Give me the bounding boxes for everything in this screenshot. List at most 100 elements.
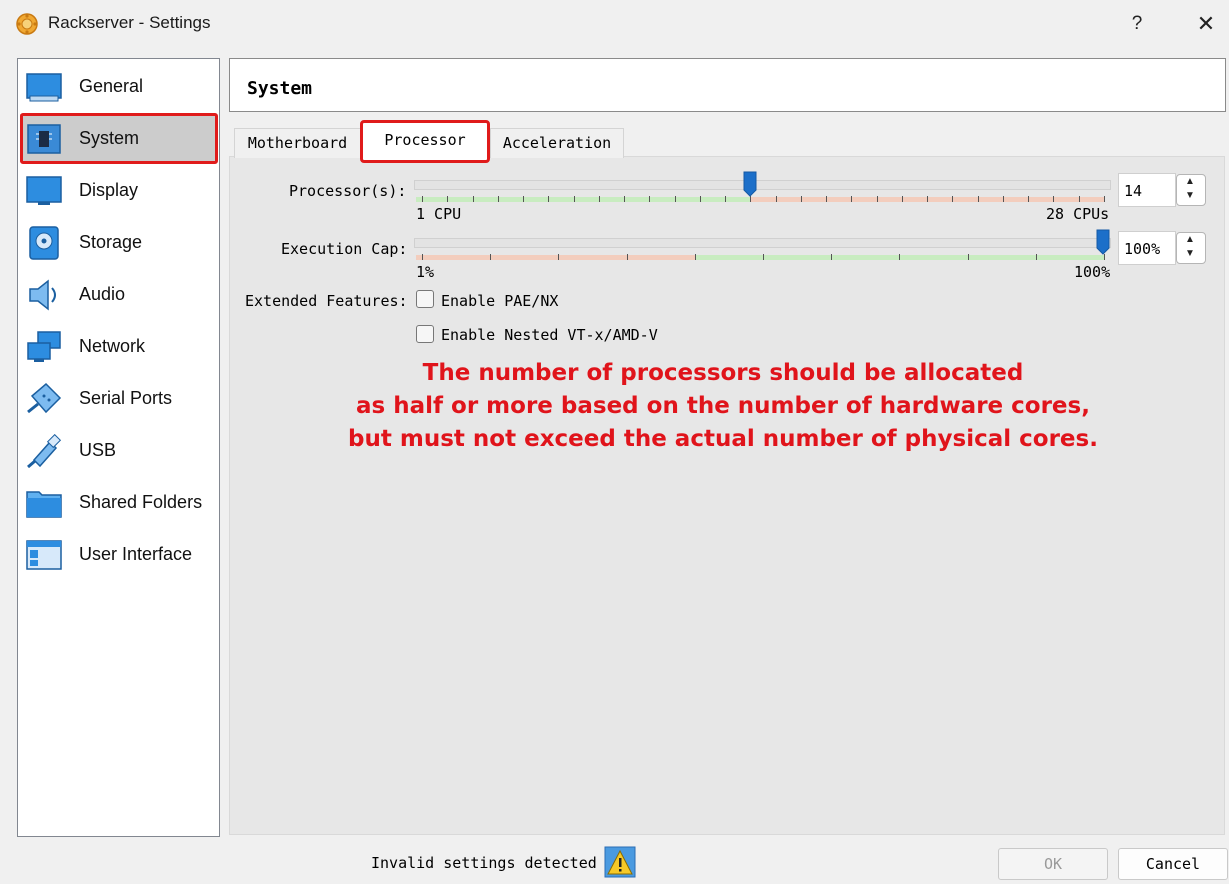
slider-tick <box>675 196 676 202</box>
execution-cap-slider-handle[interactable] <box>1096 229 1110 255</box>
slider-tick <box>1036 254 1037 260</box>
sidebar-item-label: Display <box>79 180 139 200</box>
execution-cap-slider-track[interactable] <box>414 238 1111 248</box>
sidebar-item-display[interactable]: Display <box>20 166 217 214</box>
slider-tick <box>927 196 928 202</box>
annotation-note: The number of processors should be alloc… <box>280 357 1166 456</box>
slider-tick <box>523 196 524 202</box>
slider-tick <box>490 254 491 260</box>
execution-cap-spinbox[interactable]: 100% <box>1118 231 1176 265</box>
sidebar-item-label: Storage <box>79 232 143 252</box>
slider-tick <box>473 196 474 202</box>
sidebar-item-label: Serial Ports <box>79 388 173 408</box>
slider-tick <box>978 196 979 202</box>
slider-tick <box>851 196 852 202</box>
slider-tick <box>899 254 900 260</box>
sidebar-item-label: Network <box>79 336 146 356</box>
slider-tick <box>952 196 953 202</box>
sidebar-item-label: User Interface <box>79 544 193 564</box>
usb-icon <box>27 434 62 468</box>
slider-tick <box>599 196 600 202</box>
serial-ports-icon <box>27 382 62 414</box>
slider-tick <box>1053 196 1054 202</box>
sidebar-item-label: USB <box>79 440 117 460</box>
warning-icon[interactable] <box>604 846 636 878</box>
slider-tick <box>700 196 701 202</box>
execution-cap-min-label: 1% <box>416 263 435 281</box>
slider-tick <box>776 196 777 202</box>
close-button[interactable]: ✕ <box>1188 9 1224 39</box>
sidebar-item-storage[interactable]: Storage <box>20 218 217 266</box>
tab-label: Processor <box>384 131 466 149</box>
processors-max-label: 28 CPUs <box>1046 205 1110 223</box>
cancel-button[interactable]: Cancel <box>1118 848 1228 880</box>
spin-up-icon[interactable]: ▲ <box>1185 234 1195 245</box>
slider-tick <box>1104 196 1105 202</box>
tab-acceleration[interactable]: Acceleration <box>490 128 624 158</box>
general-icon <box>26 73 62 102</box>
sidebar-item-usb[interactable]: USB <box>20 426 217 474</box>
window-title: Rackserver - Settings <box>48 13 211 32</box>
execution-cap-label: Execution Cap: <box>281 240 408 258</box>
execution-cap-spin-buttons[interactable]: ▲ ▼ <box>1176 232 1206 264</box>
processors-slider-track[interactable] <box>414 180 1111 190</box>
nested-vtx-checkbox[interactable] <box>416 325 434 343</box>
execution-cap-max-label: 100% <box>1074 263 1111 281</box>
slider-tick <box>1028 196 1029 202</box>
nested-vtx-label[interactable]: Enable Nested VT-x/AMD-V <box>441 326 658 344</box>
slider-tick <box>826 196 827 202</box>
processors-value: 14 <box>1124 182 1143 200</box>
annotation-line: as half or more based on the number of h… <box>356 393 1090 419</box>
audio-icon <box>29 279 56 311</box>
slider-tick <box>801 196 802 202</box>
tab-label: Motherboard <box>247 134 348 152</box>
processors-spin-buttons[interactable]: ▲ ▼ <box>1176 174 1206 206</box>
slider-tick <box>968 254 969 260</box>
sidebar-item-label: Audio <box>79 284 126 304</box>
slider-tick <box>624 196 625 202</box>
slider-tick <box>548 196 549 202</box>
slider-tick <box>447 196 448 202</box>
system-highlight-box <box>20 113 218 164</box>
spin-down-icon[interactable]: ▼ <box>1185 190 1195 201</box>
tab-motherboard[interactable]: Motherboard <box>234 128 361 158</box>
sidebar-item-shared-folders[interactable]: Shared Folders <box>20 478 217 526</box>
sidebar-item-user-interface[interactable]: User Interface <box>20 530 217 578</box>
sidebar-item-label: Shared Folders <box>79 492 203 512</box>
slider-tick <box>422 196 423 202</box>
slider-tick <box>574 196 575 202</box>
extended-features-label: Extended Features: <box>245 292 408 310</box>
slider-tick <box>1079 196 1080 202</box>
slider-tick <box>498 196 499 202</box>
invalid-settings-text: Invalid settings detected <box>371 854 597 872</box>
slider-tick <box>831 254 832 260</box>
slider-tick <box>1003 196 1004 202</box>
slider-tick <box>725 196 726 202</box>
sidebar-item-network[interactable]: Network <box>20 322 217 370</box>
display-icon <box>26 176 62 205</box>
user-interface-icon <box>26 540 62 570</box>
page-header: System <box>229 58 1226 112</box>
shared-folders-icon <box>26 491 62 518</box>
slider-tick <box>558 254 559 260</box>
help-button[interactable]: ? <box>1122 9 1152 39</box>
processors-spinbox[interactable]: 14 <box>1118 173 1176 207</box>
spin-down-icon[interactable]: ▼ <box>1185 248 1195 259</box>
pae-nx-checkbox[interactable] <box>416 290 434 308</box>
slider-tick <box>422 254 423 260</box>
pae-nx-label[interactable]: Enable PAE/NX <box>441 292 558 310</box>
processors-min-label: 1 CPU <box>416 205 462 223</box>
annotation-line: The number of processors should be alloc… <box>422 360 1024 386</box>
settings-sidebar: General System Display Storage Audio Net… <box>17 58 220 837</box>
spin-up-icon[interactable]: ▲ <box>1185 176 1195 187</box>
ok-button[interactable]: OK <box>998 848 1108 880</box>
sidebar-item-audio[interactable]: Audio <box>20 270 217 318</box>
sidebar-item-general[interactable]: General <box>20 62 217 110</box>
slider-tick <box>902 196 903 202</box>
storage-icon <box>29 226 59 260</box>
sidebar-item-serial-ports[interactable]: Serial Ports <box>20 374 217 422</box>
tab-processor[interactable]: Processor <box>360 120 490 163</box>
processors-slider-handle[interactable] <box>743 171 757 197</box>
title-bar: Rackserver - Settings ? ✕ <box>0 0 1229 48</box>
page-title: System <box>247 78 313 99</box>
